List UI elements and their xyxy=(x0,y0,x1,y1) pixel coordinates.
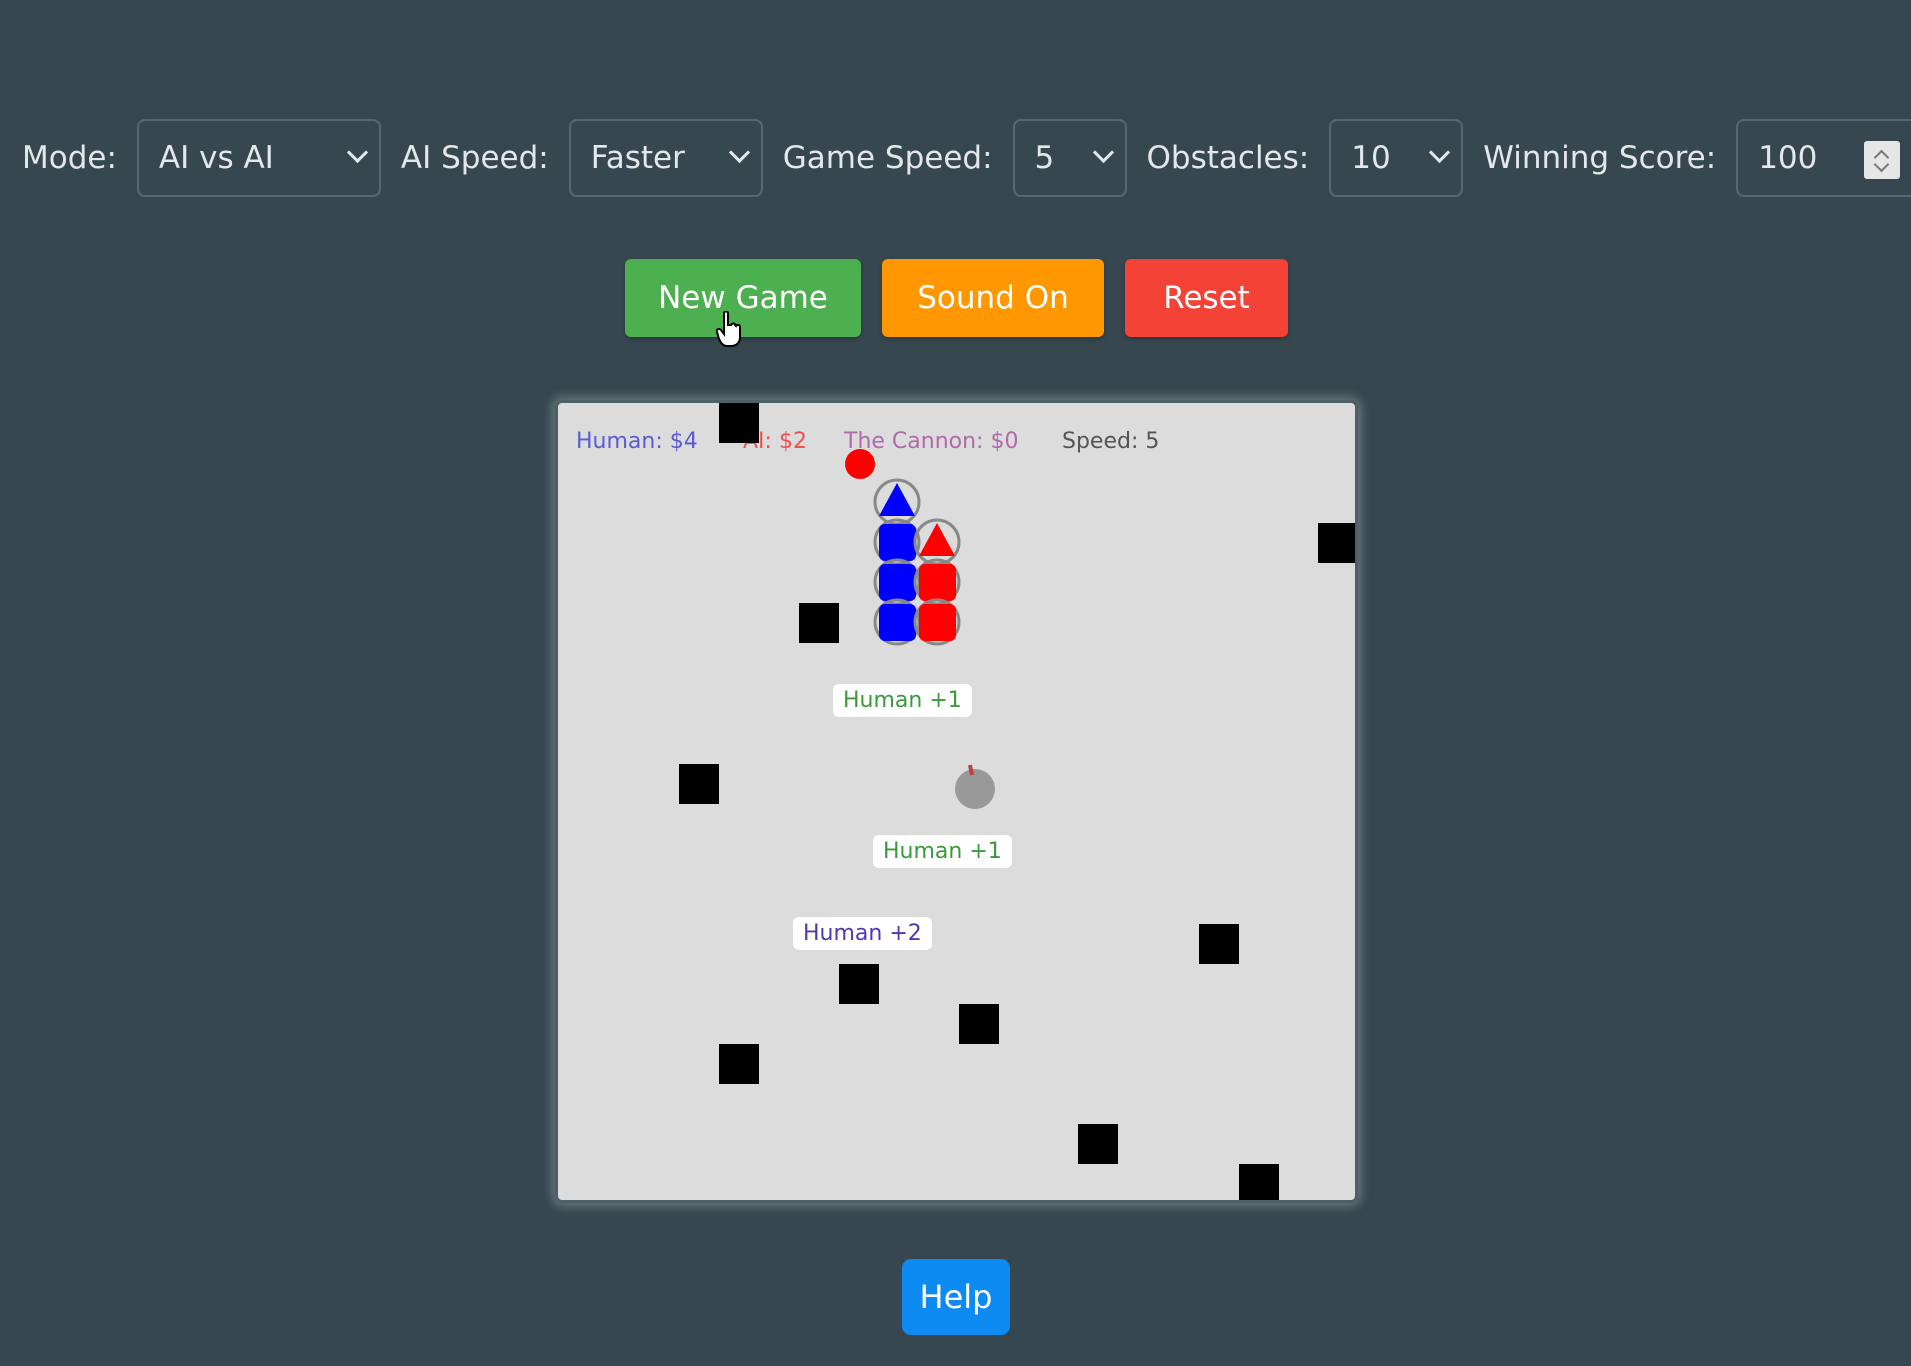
game-speed-value: 5 xyxy=(1034,140,1055,176)
winning-score-label: Winning Score: xyxy=(1483,140,1717,176)
help-button[interactable]: Help xyxy=(902,1259,1010,1335)
cannon xyxy=(955,764,995,809)
ai-snake xyxy=(913,518,961,646)
mode-select[interactable]: AI vs AI xyxy=(136,119,381,197)
ai-speed-value: Faster xyxy=(590,140,685,176)
stepper-icon[interactable] xyxy=(1864,141,1901,179)
game-board[interactable]: Human: $4 AI: $2 The Cannon: $0 Speed: 5 xyxy=(555,400,1358,1203)
reset-button[interactable]: Reset xyxy=(1125,259,1288,337)
winning-score-value: 100 xyxy=(1758,140,1818,176)
chevron-down-icon xyxy=(1092,141,1114,164)
food-pellet xyxy=(845,449,875,479)
hand-cursor-icon xyxy=(716,311,741,347)
chevron-down-icon xyxy=(728,141,750,164)
ai-speed-select[interactable]: Faster xyxy=(568,119,763,197)
game-speed-select[interactable]: 5 xyxy=(1012,119,1127,197)
new-game-button[interactable]: New Game xyxy=(625,259,861,337)
score-popup: Human +1 xyxy=(833,684,972,717)
board-graphics xyxy=(845,449,995,809)
human-snake xyxy=(873,478,921,646)
ai-speed-label: AI Speed: xyxy=(400,140,549,176)
obstacles-select[interactable]: 10 xyxy=(1329,119,1464,197)
chevron-down-icon xyxy=(346,141,369,164)
obstacles-value: 10 xyxy=(1351,140,1391,176)
obstacles-label: Obstacles: xyxy=(1146,140,1310,176)
mode-value: AI vs AI xyxy=(158,140,274,176)
game-speed-label: Game Speed: xyxy=(782,140,993,176)
score-popup: Human +1 xyxy=(873,835,1012,868)
settings-bar: Mode: AI vs AI AI Speed: Faster Game Spe… xyxy=(22,118,1911,198)
sound-toggle-button[interactable]: Sound On xyxy=(882,259,1104,337)
mode-label: Mode: xyxy=(22,140,117,176)
winning-score-input[interactable]: 100 xyxy=(1736,119,1911,197)
chevron-down-icon xyxy=(1429,141,1451,164)
score-popup: Human +2 xyxy=(793,917,932,950)
